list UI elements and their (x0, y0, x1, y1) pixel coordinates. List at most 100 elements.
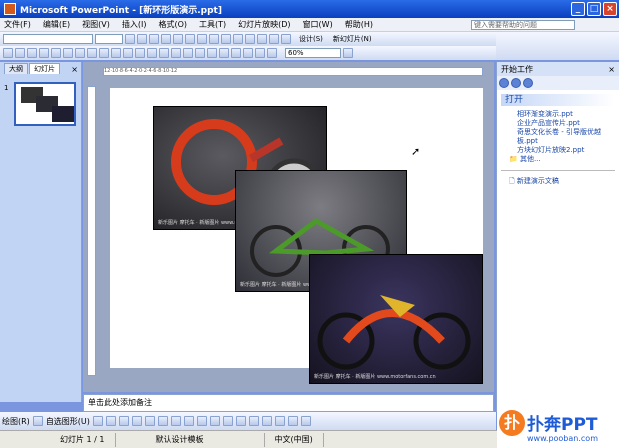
paste-icon[interactable] (135, 48, 145, 58)
print-preview-icon[interactable] (75, 48, 85, 58)
arrow-icon[interactable] (105, 416, 116, 426)
color-grayscale-icon[interactable] (267, 48, 277, 58)
back-icon[interactable] (499, 78, 509, 88)
new-presentation-link[interactable]: 🗋 新建演示文稿 (497, 177, 619, 186)
email-icon[interactable] (51, 48, 61, 58)
format-painter-icon[interactable] (147, 48, 157, 58)
align-left-icon[interactable] (173, 34, 183, 44)
print-icon[interactable] (63, 48, 73, 58)
pooban-logo-icon: 扑 (499, 410, 525, 436)
font-shrink-icon[interactable] (245, 34, 255, 44)
outdent-icon[interactable] (269, 34, 279, 44)
menu-tools[interactable]: 工具(T) (199, 19, 226, 30)
align-center-icon[interactable] (185, 34, 195, 44)
zoom-field[interactable]: 60% (285, 48, 341, 58)
line-style-icon[interactable] (248, 416, 259, 426)
indent-icon[interactable] (257, 34, 267, 44)
clipart-icon[interactable] (183, 416, 194, 426)
oval-icon[interactable] (131, 416, 142, 426)
insert-picture-icon[interactable] (219, 48, 229, 58)
line-color-icon[interactable] (222, 416, 233, 426)
font-grow-icon[interactable] (233, 34, 243, 44)
autoshape-menu[interactable]: 自选图形(U) (46, 416, 90, 427)
menu-view[interactable]: 视图(V) (82, 19, 110, 30)
home-icon[interactable] (523, 78, 533, 88)
underline-icon[interactable] (149, 34, 159, 44)
design-template: 默认设计模板 (116, 432, 265, 447)
shadow-icon[interactable] (161, 34, 171, 44)
pooban-logo: 扑 扑奔PPT www.pooban.com (497, 407, 619, 448)
font-name-field[interactable] (3, 34, 93, 44)
dash-style-icon[interactable] (261, 416, 272, 426)
menu-file[interactable]: 文件(F) (4, 19, 31, 30)
bold-icon[interactable] (125, 34, 135, 44)
draw-menu[interactable]: 绘图(R) (2, 416, 30, 427)
undo-icon[interactable] (159, 48, 169, 58)
textbox-icon[interactable] (144, 416, 155, 426)
bike-photo-orange[interactable]: 新乐图片 摩托车 · 新版图片 www.motorfans.com.cn (309, 254, 483, 384)
select-objects-icon[interactable] (32, 416, 43, 426)
new-slide-button[interactable]: 新幻灯片(N) (333, 34, 372, 44)
recent-file[interactable]: 奇思文化长卷 - 引导版优越板.ppt (497, 128, 619, 146)
save-icon[interactable] (27, 48, 37, 58)
menu-edit[interactable]: 编辑(E) (43, 19, 70, 30)
new-document-icon: 🗋 (509, 177, 515, 185)
menu-slideshow[interactable]: 幻灯片放映(D) (238, 19, 290, 30)
rectangle-icon[interactable] (118, 416, 129, 426)
menu-insert[interactable]: 插入(I) (122, 19, 147, 30)
align-right-icon[interactable] (197, 34, 207, 44)
close-button[interactable]: × (603, 2, 617, 16)
numbering-icon[interactable] (209, 34, 219, 44)
diagram-icon[interactable] (170, 416, 181, 426)
insert-chart-icon[interactable] (183, 48, 193, 58)
bullets-icon[interactable] (221, 34, 231, 44)
wordart-icon[interactable] (157, 416, 168, 426)
3d-style-icon[interactable] (300, 416, 311, 426)
slide-thumbnail[interactable] (14, 82, 76, 126)
tab-slides[interactable]: 幻灯片 (29, 63, 60, 74)
picture-icon[interactable] (196, 416, 207, 426)
help-icon[interactable] (343, 48, 353, 58)
design-button[interactable]: 设计(S) (299, 34, 323, 44)
tab-outline[interactable]: 大纲 (4, 63, 28, 74)
italic-icon[interactable] (137, 34, 147, 44)
fill-color-icon[interactable] (209, 416, 220, 426)
recent-file[interactable]: 企业产品宣传片.ppt (497, 119, 619, 128)
close-panel-icon[interactable]: × (71, 65, 78, 74)
font-color-icon[interactable] (235, 416, 246, 426)
slide-canvas[interactable]: 新乐图片 摩托车 · 新版图片 www.motorfans.com.cn 新乐图… (110, 88, 483, 384)
permission-icon[interactable] (39, 48, 49, 58)
recent-file[interactable]: 相环渐变演示.ppt (497, 110, 619, 119)
new-icon[interactable] (3, 48, 13, 58)
line-icon[interactable] (92, 416, 103, 426)
notes-pane[interactable]: 单击此处添加备注 (83, 394, 494, 412)
recent-file[interactable]: 方块幻灯片放映2.ppt (497, 146, 619, 155)
menu-window[interactable]: 窗口(W) (303, 19, 333, 30)
minimize-button[interactable]: _ (571, 2, 585, 16)
insert-table-icon[interactable] (195, 48, 205, 58)
help-search-input[interactable]: 键入需要帮助的问题 (471, 20, 575, 30)
grid-icon[interactable] (255, 48, 265, 58)
redo-icon[interactable] (171, 48, 181, 58)
cut-icon[interactable] (111, 48, 121, 58)
show-formatting-icon[interactable] (243, 48, 253, 58)
maximize-button[interactable]: □ (587, 2, 601, 16)
spelling-icon[interactable] (87, 48, 97, 58)
new-presentation-label: 新建演示文稿 (516, 177, 559, 185)
open-icon[interactable] (15, 48, 25, 58)
task-pane-close-icon[interactable]: × (608, 65, 615, 74)
forward-icon[interactable] (511, 78, 521, 88)
arrow-style-icon[interactable] (274, 416, 285, 426)
research-icon[interactable] (99, 48, 109, 58)
menu-format[interactable]: 格式(O) (158, 19, 187, 30)
font-color-icon[interactable] (281, 34, 291, 44)
task-pane: 开始工作 × 打开 相环渐变演示.ppt 企业产品宣传片.ppt 奇思文化长卷 … (496, 62, 619, 412)
copy-icon[interactable] (123, 48, 133, 58)
tables-borders-icon[interactable] (207, 48, 217, 58)
menu-help[interactable]: 帮助(H) (345, 19, 373, 30)
expand-all-icon[interactable] (231, 48, 241, 58)
language-status: 中文(中国) (265, 432, 324, 447)
font-size-field[interactable] (95, 34, 123, 44)
shadow-style-icon[interactable] (287, 416, 298, 426)
more-files-link[interactable]: 📁 其他... (497, 155, 619, 164)
